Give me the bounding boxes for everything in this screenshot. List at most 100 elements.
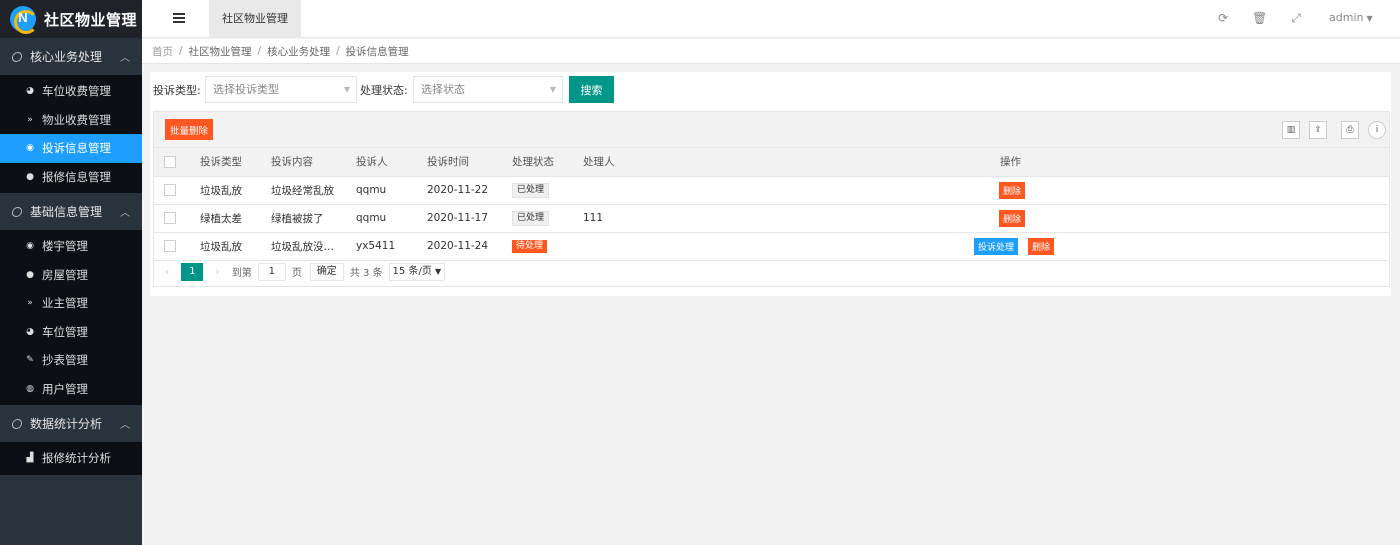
trash-icon[interactable]: 🗑 — [1252, 11, 1267, 25]
col-time: 投诉时间 — [427, 148, 512, 177]
print-icon[interactable]: ⎙ — [1341, 121, 1359, 139]
leaf-icon — [11, 206, 23, 217]
sidebar-item-label: 报修统计分析 — [42, 451, 111, 466]
status-badge: 已处理 — [512, 210, 550, 226]
complaints-table: 投诉类型 投诉内容 投诉人 投诉时间 处理状态 处理人 操作 垃圾乱放 垃圾经常… — [154, 148, 1389, 261]
sidebar-group-stats[interactable]: 数据统计分析 ︿ — [0, 405, 142, 442]
pagination: ‹ 1 › 到第 1 页 确定 共 3 条 15 条/页 ▼ — [154, 257, 1389, 286]
status-select[interactable]: 选择状态 ▼ — [413, 76, 563, 103]
sidebar-group-stats-items: ▟ 报修统计分析 — [0, 442, 142, 475]
cell-content: 垃圾乱放没… — [271, 232, 356, 261]
sidebar-item-houses[interactable]: ● 房屋管理 — [0, 261, 142, 290]
sidebar-item-users[interactable]: ◍ 用户管理 — [0, 375, 142, 404]
cell-person: yx5411 — [356, 232, 427, 261]
sidebar-item-meter[interactable]: ✎ 抄表管理 — [0, 346, 142, 375]
goto-page-input[interactable]: 1 — [257, 262, 286, 281]
select-all-checkbox[interactable] — [164, 155, 176, 168]
cell-content: 绿植被拔了 — [271, 204, 356, 233]
cell-handler: 111 — [583, 204, 783, 233]
delete-button[interactable]: 删除 — [1028, 237, 1055, 255]
chevron-down-icon: ▼ — [435, 266, 442, 276]
compass-icon: ● — [26, 171, 34, 182]
sidebar-item-parking[interactable]: ◕ 车位管理 — [0, 318, 142, 347]
batch-delete-button[interactable]: 批量删除 — [165, 119, 213, 140]
sidebar-item-owners[interactable]: » 业主管理 — [0, 289, 142, 318]
filter-bar: 投诉类型: 选择投诉类型 ▼ 处理状态: 选择状态 ▼ 搜索 — [150, 72, 1391, 110]
sidebar-item-property-fee[interactable]: » 物业收费管理 — [0, 106, 142, 135]
status-badge: 已处理 — [512, 182, 550, 198]
status-label: 处理状态: — [360, 84, 408, 97]
page-current[interactable]: 1 — [181, 262, 204, 281]
page-size-value: 15 条/页 — [392, 265, 432, 277]
double-chevron-icon: » — [27, 114, 33, 125]
menu-toggle-icon[interactable] — [173, 13, 185, 23]
delete-button[interactable]: 删除 — [999, 209, 1026, 227]
cell-handler — [583, 176, 783, 205]
col-content: 投诉内容 — [271, 148, 356, 177]
columns-filter-icon[interactable]: ▥ — [1282, 121, 1300, 139]
sidebar-item-parking-fee[interactable]: ◕ 车位收费管理 — [0, 77, 142, 106]
row-checkbox[interactable] — [164, 212, 176, 224]
sidebar-item-label: 车位收费管理 — [42, 84, 111, 99]
row-checkbox[interactable] — [164, 184, 176, 196]
chevron-up-icon: ︿ — [120, 53, 130, 64]
area-chart-icon: ▟ — [26, 453, 34, 464]
cell-time: 2020-11-17 — [427, 204, 512, 233]
col-type: 投诉类型 — [200, 148, 271, 177]
cell-person: qqmu — [356, 204, 427, 233]
sidebar-item-repairs[interactable]: ● 报修信息管理 — [0, 163, 142, 192]
breadcrumb-community[interactable]: 社区物业管理 — [189, 44, 252, 59]
username: admin — [1329, 11, 1364, 24]
refresh-icon[interactable]: ⟳ — [1216, 11, 1230, 25]
sidebar-item-repair-stats[interactable]: ▟ 报修统计分析 — [0, 444, 142, 473]
col-handler: 处理人 — [583, 148, 783, 177]
chevron-up-icon: ︿ — [120, 420, 130, 431]
next-page-icon[interactable]: › — [215, 265, 219, 278]
sidebar-group-label: 核心业务处理 — [30, 50, 103, 64]
sidebar-item-label: 投诉信息管理 — [42, 141, 111, 156]
breadcrumb-home[interactable]: 首页 — [152, 44, 173, 59]
table-row: 垃圾乱放 垃圾乱放没… yx5411 2020-11-24 待处理 投诉处理 删除 — [154, 232, 1389, 261]
info-icon[interactable]: i — [1368, 121, 1386, 139]
status-badge: 待处理 — [512, 240, 548, 253]
caret-down-icon: ▼ — [1366, 14, 1373, 23]
edit-icon: ✎ — [26, 355, 34, 366]
sidebar-item-buildings[interactable]: ◉ 楼宇管理 — [0, 232, 142, 261]
compass-icon: ● — [26, 269, 34, 280]
cell-type: 绿植太差 — [200, 204, 271, 233]
tab-community[interactable]: 社区物业管理 — [209, 0, 301, 38]
goto-confirm-button[interactable]: 确定 — [309, 262, 344, 281]
cell-time: 2020-11-24 — [427, 232, 512, 261]
complaint-type-select[interactable]: 选择投诉类型 ▼ — [205, 76, 357, 103]
delete-button[interactable]: 删除 — [999, 181, 1026, 199]
sidebar-group-core-items: ◕ 车位收费管理 » 物业收费管理 ◉ 投诉信息管理 ● 报修信息管理 — [0, 75, 142, 193]
dashboard-icon: ◕ — [26, 86, 34, 97]
goto-suffix: 页 — [291, 268, 302, 279]
table-header-row: 投诉类型 投诉内容 投诉人 投诉时间 处理状态 处理人 操作 — [154, 148, 1389, 177]
cell-time: 2020-11-22 — [427, 176, 512, 205]
page-size-select[interactable]: 15 条/页 ▼ — [388, 262, 446, 281]
sidebar-group-label: 数据统计分析 — [30, 417, 103, 431]
user-menu[interactable]: admin ▼ — [1329, 11, 1373, 24]
breadcrumb-core[interactable]: 核心业务处理 — [267, 44, 330, 59]
sidebar-group-basic-items: ◉ 楼宇管理 ● 房屋管理 » 业主管理 ◕ 车位管理 ✎ 抄表管理 ◍ 用户管理 — [0, 230, 142, 405]
search-button[interactable]: 搜索 — [569, 76, 614, 103]
sidebar-item-label: 楼宇管理 — [42, 239, 88, 254]
table-toolbar: 批量删除 ▥ ⇪ ⎙ i — [154, 112, 1389, 148]
row-checkbox[interactable] — [164, 240, 176, 252]
handle-complaint-button[interactable]: 投诉处理 — [974, 237, 1019, 255]
fullscreen-icon[interactable]: ⤢ — [1289, 11, 1303, 25]
sidebar-group-core[interactable]: 核心业务处理 ︿ — [0, 38, 142, 75]
logo[interactable]: 社区物业管理 — [0, 0, 142, 38]
cell-type: 垃圾乱放 — [200, 232, 271, 261]
target-icon: ◉ — [26, 241, 34, 252]
sidebar-item-complaints[interactable]: ◉ 投诉信息管理 — [0, 134, 142, 163]
table-row: 绿植太差 绿植被拔了 qqmu 2020-11-17 已处理 111 删除 — [154, 204, 1389, 233]
caret-down-icon: ▼ — [343, 85, 350, 94]
total-count: 共 3 条 — [349, 268, 383, 279]
prev-page-icon[interactable]: ‹ — [165, 265, 169, 278]
sidebar-item-label: 车位管理 — [42, 324, 88, 339]
export-icon[interactable]: ⇪ — [1309, 121, 1327, 139]
status-placeholder: 选择状态 — [421, 83, 465, 96]
sidebar-group-basic[interactable]: 基础信息管理 ︿ — [0, 193, 142, 230]
